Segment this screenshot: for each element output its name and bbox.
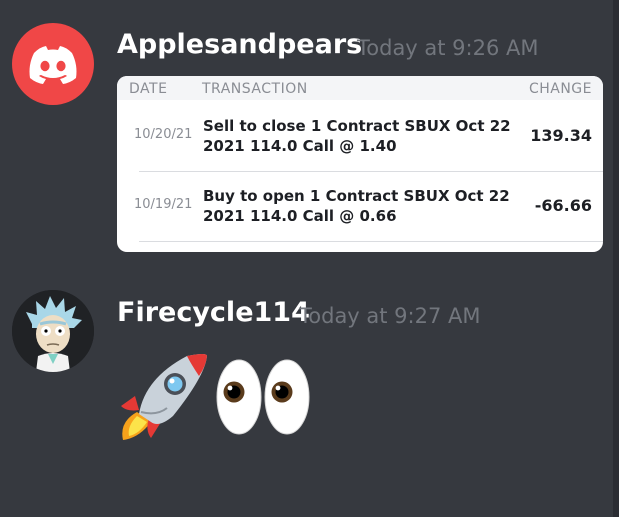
transaction-line-2: 2021 114.0 Call @ 1.40 (203, 137, 397, 155)
row-transaction: Buy to open 1 Contract SBUX Oct 22 2021 … (203, 186, 523, 226)
row-change: 139.34 (530, 126, 592, 145)
transaction-line-1: Buy to open 1 Contract SBUX Oct 22 (203, 187, 510, 205)
transaction-line-2: 2021 114.0 Call @ 0.66 (203, 207, 397, 225)
username[interactable]: Firecycle114 (117, 297, 310, 328)
eyes-emoji-icon[interactable] (213, 356, 313, 438)
row-date: 10/20/21 (134, 127, 193, 142)
table-row: 10/20/21 Sell to close 1 Contract SBUX O… (117, 110, 603, 180)
column-header-date: DATE (129, 81, 168, 97)
row-change: -66.66 (534, 196, 592, 215)
rick-avatar-icon[interactable] (12, 290, 94, 372)
username[interactable]: Applesandpears (117, 29, 362, 60)
table-row: 10/19/21 Buy to open 1 Contract SBUX Oct… (117, 180, 603, 250)
discord-logo-icon[interactable] (12, 23, 94, 105)
timestamp: Today at 9:27 AM (299, 304, 481, 328)
timestamp: Today at 9:26 AM (357, 36, 539, 60)
embed-header: DATE TRANSACTION CHANGE (117, 76, 603, 100)
column-header-transaction: TRANSACTION (202, 81, 308, 97)
column-header-change: CHANGE (528, 81, 592, 97)
rocket-emoji-icon[interactable] (117, 350, 213, 442)
row-divider (139, 241, 603, 242)
transaction-embed: DATE TRANSACTION CHANGE 10/20/21 Sell to… (117, 76, 603, 252)
transaction-line-1: Sell to close 1 Contract SBUX Oct 22 (203, 117, 511, 135)
row-divider (139, 171, 603, 172)
message-content (117, 350, 317, 442)
row-date: 10/19/21 (134, 197, 193, 212)
row-transaction: Sell to close 1 Contract SBUX Oct 22 202… (203, 116, 523, 156)
scrollbar-track[interactable] (613, 0, 619, 517)
chat-view: Applesandpears Today at 9:26 AM DATE TRA… (0, 0, 619, 517)
